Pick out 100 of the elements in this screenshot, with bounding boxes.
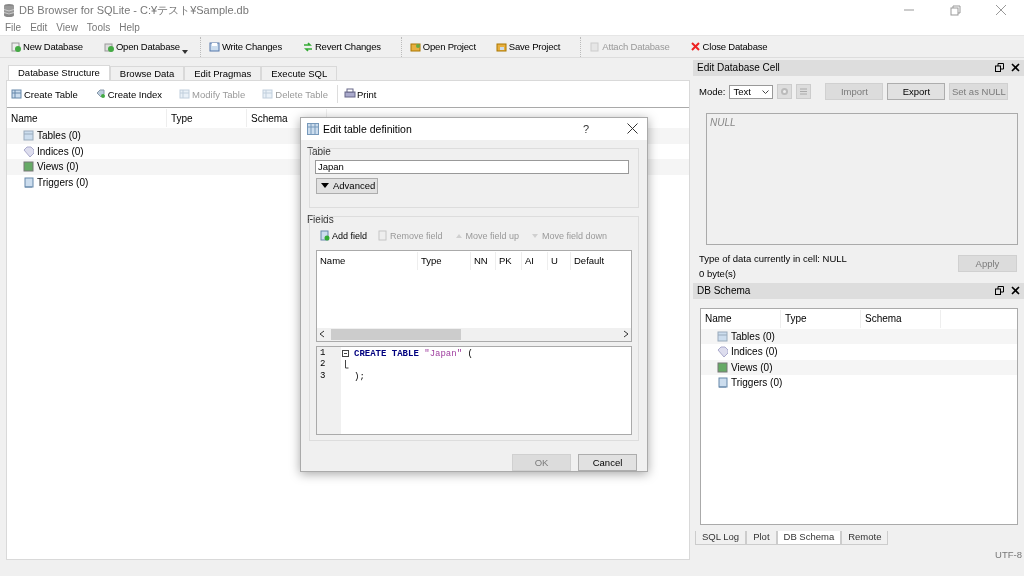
column-header[interactable]: U <box>548 251 571 270</box>
column-header[interactable]: Name <box>317 251 418 270</box>
tree-item[interactable]: Triggers (0) <box>37 176 89 188</box>
mode-dropdown[interactable]: Text <box>729 84 774 99</box>
close-icon[interactable] <box>1011 63 1020 73</box>
document-icon <box>319 229 331 242</box>
table-icon <box>307 122 319 135</box>
line-number: 2 <box>320 359 327 371</box>
line-number: 3 <box>320 370 327 383</box>
menu-item[interactable]: Tools <box>86 22 111 33</box>
toolbar-button[interactable]: Save Project <box>491 36 577 57</box>
type-info: Type of data currently in cell: NULL <box>699 253 847 265</box>
column-header[interactable]: Type <box>418 251 471 270</box>
document-icon <box>102 40 115 53</box>
group-label: Table <box>306 144 332 159</box>
document-icon <box>10 40 22 53</box>
printer-icon <box>343 88 356 100</box>
tab[interactable]: Plot <box>746 531 777 545</box>
dock-title: Edit Database Cell <box>697 62 780 74</box>
tag-icon <box>23 145 34 157</box>
menu-item[interactable]: Edit <box>30 22 48 33</box>
chevron-left-icon <box>319 330 325 339</box>
tree-item[interactable]: Views (0) <box>731 361 773 373</box>
toolbar-button[interactable]: Revert Changes <box>297 36 397 57</box>
toolbar-button[interactable]: Print <box>343 88 394 100</box>
tree-item[interactable]: Tables (0) <box>37 130 81 142</box>
gear-icon <box>780 87 790 97</box>
null-text: NULL <box>710 117 736 129</box>
tree-item[interactable]: Views (0) <box>37 161 79 173</box>
menu-item[interactable]: File <box>5 22 22 33</box>
toolbar-button[interactable]: Write Changes <box>204 36 298 57</box>
toolbar-button[interactable]: New Database <box>6 36 99 57</box>
caret-icon[interactable] <box>181 49 188 54</box>
table-icon <box>11 88 23 100</box>
arrows-icon <box>301 40 314 53</box>
size-info: 0 byte(s) <box>699 268 737 280</box>
sql-editor[interactable]: 1 2 3 CREATE TABLE "Japan" ( ); <box>316 345 632 435</box>
column-header[interactable]: Default <box>571 251 626 270</box>
database-icon <box>3 3 15 17</box>
tree-item[interactable]: Tables (0) <box>731 330 775 342</box>
column-header[interactable]: Name <box>701 309 781 328</box>
scroll-icon <box>23 176 34 188</box>
table-icon <box>717 330 728 342</box>
toolbar-button[interactable]: Open Database <box>98 36 196 57</box>
advanced-button[interactable]: Advanced <box>316 177 378 194</box>
lines-icon <box>799 87 809 97</box>
dialog-button[interactable]: Cancel <box>578 454 637 471</box>
dock-title: DB Schema <box>697 285 751 297</box>
menu-item[interactable]: Help <box>119 22 140 33</box>
table-icon <box>23 130 34 142</box>
column-header[interactable]: Type <box>167 109 247 127</box>
column-header[interactable]: Schema <box>861 309 941 328</box>
tab[interactable]: Remote <box>841 531 889 545</box>
tree-item[interactable]: Indices (0) <box>731 346 778 358</box>
toolbar-button[interactable]: Open Project <box>405 36 492 57</box>
close-icon <box>689 40 702 53</box>
column-header[interactable]: Type <box>781 309 861 328</box>
encoding-label: UTF-8 <box>995 549 1022 560</box>
float-icon[interactable] <box>995 286 1004 296</box>
chevron-right-icon <box>623 330 629 339</box>
tag-icon <box>94 88 107 100</box>
float-icon[interactable] <box>995 63 1004 73</box>
field-action[interactable]: Add field <box>319 229 368 242</box>
menu-item[interactable]: View <box>56 22 78 33</box>
toolbar-button[interactable]: Close Database <box>685 36 784 57</box>
square-icon <box>717 361 728 373</box>
code-line: ); <box>354 371 365 382</box>
column-header[interactable]: PK <box>496 251 522 270</box>
tab[interactable]: Database Structure <box>8 65 110 80</box>
mode-label: Mode: <box>699 86 726 98</box>
tab[interactable]: DB Schema <box>776 531 842 545</box>
triangle-icon <box>321 183 329 189</box>
tree-item[interactable]: Triggers (0) <box>731 377 783 389</box>
cell-button[interactable]: Export <box>887 83 946 101</box>
tab[interactable]: SQL Log <box>695 531 747 545</box>
document-icon <box>377 229 390 242</box>
tab[interactable]: Execute SQL <box>261 66 338 80</box>
code-line: CREATE TABLE "Japan" ( <box>354 348 473 359</box>
help-button[interactable]: ? <box>583 122 613 135</box>
table-name-field[interactable]: Japan <box>315 159 629 174</box>
group-label: Fields <box>306 212 335 227</box>
column-header[interactable]: Name <box>7 109 167 127</box>
fold-icon <box>342 350 349 357</box>
tag-icon <box>717 346 728 358</box>
toolbar-button[interactable]: Create Index <box>94 88 180 100</box>
tab[interactable]: Browse Data <box>109 66 185 80</box>
toolbar-button[interactable]: Create Table <box>11 88 95 100</box>
square-icon <box>23 161 34 173</box>
scrollbar[interactable] <box>317 327 631 341</box>
document-icon <box>589 40 602 53</box>
column-header[interactable]: NN <box>471 251 496 270</box>
column-header[interactable]: AI <box>522 251 548 270</box>
scroll-icon <box>717 377 728 389</box>
table-icon <box>179 88 192 100</box>
tree-item[interactable]: Indices (0) <box>37 145 84 157</box>
close-icon[interactable] <box>626 123 638 135</box>
line-number: 1 <box>320 347 327 360</box>
window-title: DB Browser for SQLite - C:¥テスト¥Sample.db <box>19 2 250 18</box>
tab[interactable]: Edit Pragmas <box>184 66 262 80</box>
close-icon[interactable] <box>1011 286 1020 296</box>
